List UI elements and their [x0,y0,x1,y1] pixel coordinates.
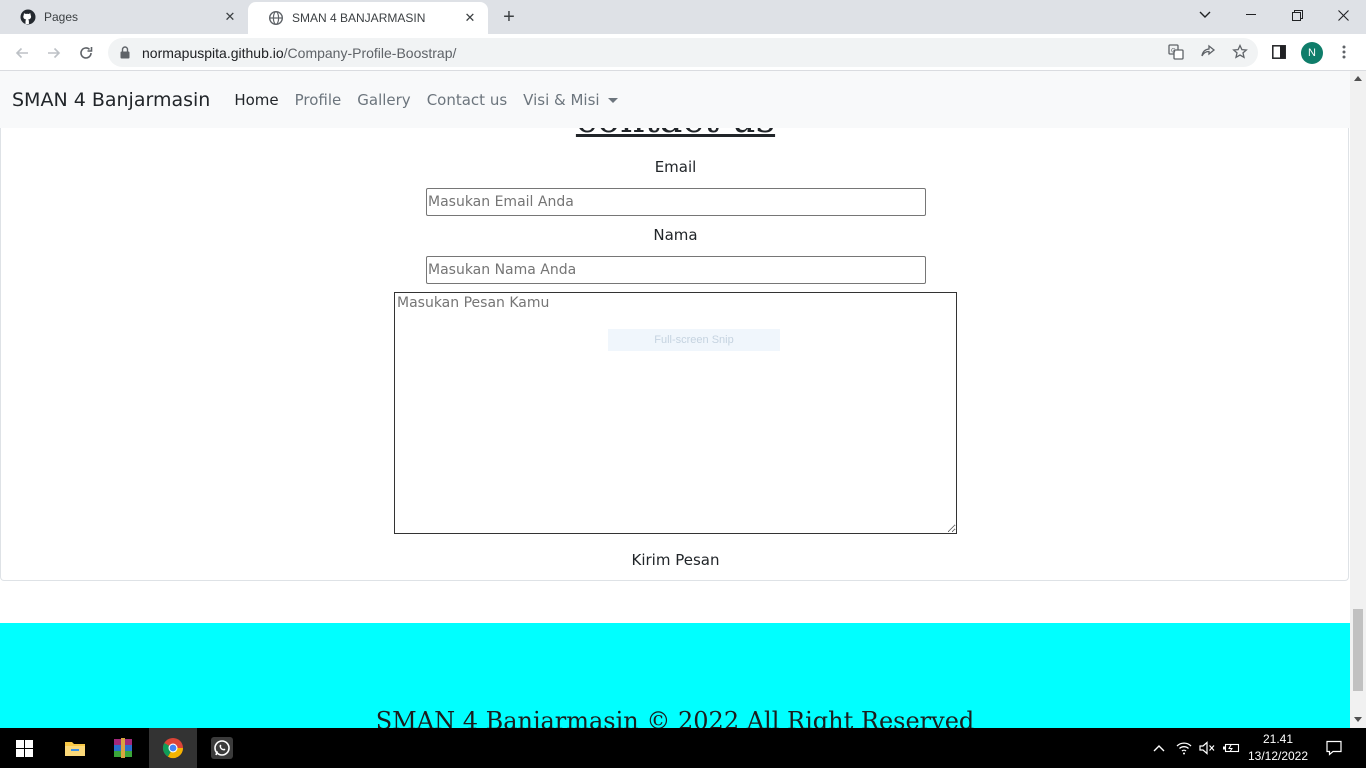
minimize-button[interactable] [1228,0,1274,30]
nav-visi-misi-label: Visi & Misi [523,90,600,109]
close-window-button[interactable] [1320,0,1366,30]
back-arrow-icon[interactable] [9,40,35,66]
tab-search-icon[interactable] [1182,0,1228,30]
file-explorer-icon[interactable] [51,728,99,768]
chrome-icon[interactable] [149,728,197,768]
share-icon[interactable] [1199,43,1217,61]
new-tab-button[interactable]: + [498,6,520,28]
site-navbar: SMAN 4 Banjarmasin Home Profile Gallery … [0,71,1350,128]
windows-start-icon[interactable] [0,728,48,768]
scroll-thumb[interactable] [1353,609,1363,691]
notifications-icon[interactable] [1322,728,1346,768]
clock-time: 21.41 [1262,732,1294,746]
svg-text:G: G [1171,48,1176,55]
scroll-down-arrow-icon[interactable] [1354,717,1362,722]
nav-home[interactable]: Home [234,91,278,109]
url-path: /Company-Profile-Boostrap/ [283,44,457,61]
page-scrollbar[interactable] [1350,71,1366,728]
site-footer: SMAN 4 Banjarmasin © 2022 All Right Rese… [0,623,1350,728]
tab-title: SMAN 4 BANJARMASIN [292,11,426,25]
close-icon[interactable]: ✕ [222,9,238,25]
nav-gallery[interactable]: Gallery [357,91,410,109]
lock-icon[interactable] [120,45,134,60]
reload-icon[interactable] [73,40,99,66]
side-panel-icon[interactable] [1270,43,1288,61]
whatsapp-icon[interactable] [198,728,246,768]
tab-title: Pages [44,10,79,24]
translate-icon[interactable]: G [1167,43,1185,61]
close-icon[interactable]: ✕ [462,10,478,26]
globe-icon [268,10,284,26]
windows-taskbar: 21.41 13/12/2022 [0,728,1366,768]
email-field[interactable] [426,188,926,216]
browser-toolbar: normapuspita.github.io/Company-Profile-B… [0,34,1366,71]
browser-tab-strip: Pages ✕ SMAN 4 BANJARMASIN ✕ + [0,0,1366,34]
address-bar[interactable]: normapuspita.github.io/Company-Profile-B… [108,38,1258,67]
restore-button[interactable] [1274,0,1320,30]
taskbar-clock[interactable]: 21.41 13/12/2022 [1240,731,1316,765]
nav-contact[interactable]: Contact us [427,91,507,109]
nav-visi-misi[interactable]: Visi & Misi [523,90,618,109]
snip-tooltip: Full-screen Snip [608,329,780,351]
clock-date: 13/12/2022 [1247,749,1309,763]
scroll-up-arrow-icon[interactable] [1354,76,1362,81]
winrar-icon[interactable] [99,728,147,768]
footer-copyright: SMAN 4 Banjarmasin © 2022 All Right Rese… [375,707,975,728]
battery-icon[interactable] [1220,728,1242,768]
speaker-muted-icon[interactable] [1196,728,1218,768]
profile-avatar[interactable]: N [1301,42,1323,64]
github-icon [20,9,36,25]
submit-button[interactable]: Kirim Pesan [1,551,1350,569]
email-label: Email [654,158,697,176]
page-viewport: SMAN 4 Banjarmasin Home Profile Gallery … [0,71,1350,728]
name-label: Nama [653,226,698,244]
tray-chevron-up-icon[interactable] [1149,728,1169,768]
caret-down-icon [607,97,618,103]
wifi-icon[interactable] [1173,728,1195,768]
tab-sman4[interactable]: SMAN 4 BANJARMASIN ✕ [248,2,488,34]
site-brand[interactable]: SMAN 4 Banjarmasin [12,89,210,111]
nav-profile[interactable]: Profile [295,91,342,109]
contact-card: contact us Email Nama Full-screen Snip K… [0,71,1349,581]
tab-pages[interactable]: Pages ✕ [0,0,248,34]
forward-arrow-icon[interactable] [41,40,67,66]
more-menu-icon[interactable] [1335,43,1353,61]
url-host: normapuspita.github.io [142,44,284,61]
name-field[interactable] [426,256,926,284]
bookmark-star-icon[interactable] [1231,43,1249,61]
